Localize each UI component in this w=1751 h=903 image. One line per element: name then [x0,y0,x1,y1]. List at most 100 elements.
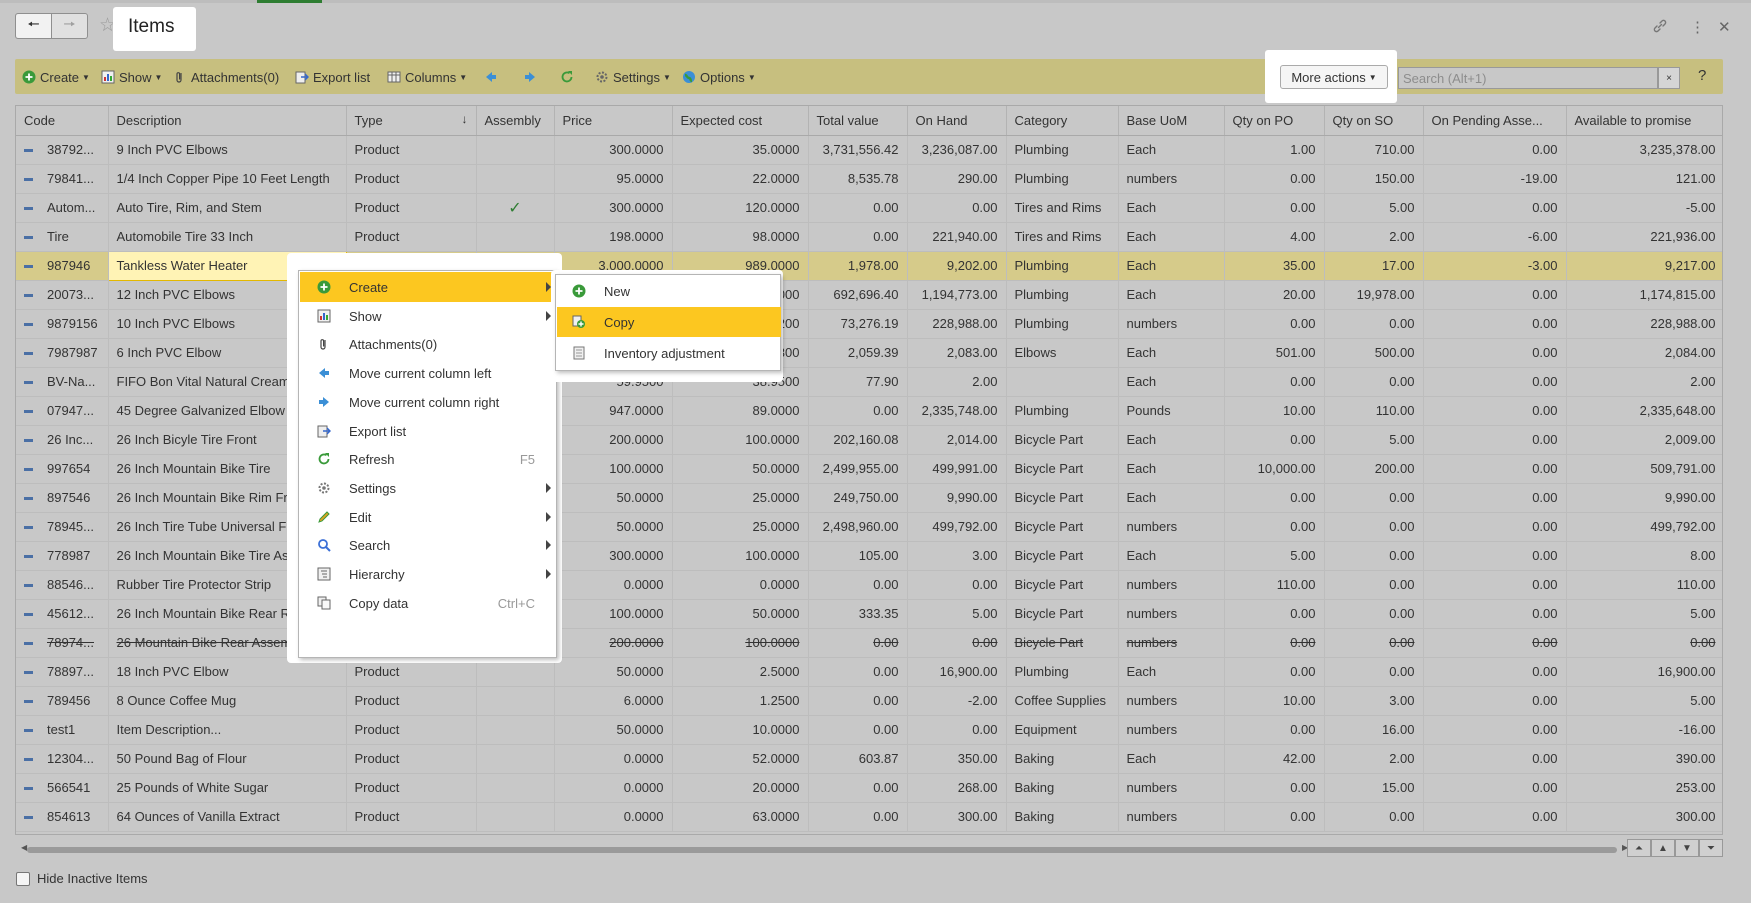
horizontal-scrollbar[interactable]: ◀ ▶ [15,843,1723,856]
table-cell[interactable]: 20.00 [1224,280,1325,310]
attachments-button[interactable]: Attachments(0) [173,68,279,86]
table-cell[interactable]: Bicycle Part [1006,454,1119,484]
table-cell[interactable]: Plumbing [1006,135,1119,165]
table-cell[interactable]: 0.00 [1324,512,1424,542]
table-cell[interactable]: 8,535.78 [808,164,908,194]
table-row[interactable]: BV-Na...FIFO Bon Vital Natural Cream59.9… [16,367,1722,397]
table-cell[interactable]: 300.00 [907,802,1007,832]
menu-item-export-list[interactable]: Export list [300,416,557,446]
code-cell[interactable]: 79841... [16,164,109,194]
column-header[interactable]: Qty on PO [1224,106,1325,136]
table-cell[interactable]: 0.00 [1224,657,1325,687]
code-cell[interactable]: Autom... [16,193,109,223]
back-button[interactable]: 🠔 [16,14,52,38]
table-cell[interactable]: 19,978.00 [1324,280,1424,310]
table-cell[interactable]: numbers [1118,628,1225,658]
table-cell[interactable]: Equipment [1006,715,1119,745]
table-row[interactable]: 897546 26 Inch Mountain Bike Rim Fro... 50… [16,483,1722,513]
table-cell[interactable]: 0.00 [1224,599,1325,629]
table-cell[interactable]: 300.00 [1566,802,1722,832]
code-cell[interactable]: 38792... [16,135,109,165]
table-cell[interactable]: 16,900.00 [907,657,1007,687]
table-cell[interactable]: Baking [1006,802,1119,832]
table-cell[interactable]: Each [1118,541,1225,571]
table-cell[interactable]: 10.0000 [672,715,809,745]
table-cell[interactable]: 0.00 [1423,686,1567,716]
settings-button[interactable]: Settings ▼ [595,68,671,86]
code-cell[interactable]: Tire [16,222,109,252]
table-cell[interactable]: 0.00 [1423,454,1567,484]
assembly-cell[interactable] [476,744,555,774]
table-cell[interactable]: 110.00 [1224,570,1325,600]
table-cell[interactable]: 0.0000 [554,570,673,600]
table-cell[interactable]: 3.00 [1324,686,1424,716]
menu-item-move-current-column-left[interactable]: Move current column left [300,358,557,388]
table-cell[interactable]: 200.0000 [554,425,673,455]
table-cell[interactable]: Tires and Rims [1006,193,1119,223]
table-cell[interactable]: Each [1118,338,1225,368]
table-cell[interactable]: Each [1118,454,1225,484]
move-column-right-button[interactable] [523,68,541,86]
table-cell[interactable]: Plumbing [1006,164,1119,194]
table-cell[interactable]: 200.0000 [554,628,673,658]
table-cell[interactable]: Product [346,773,477,803]
table-cell[interactable]: Product [346,715,477,745]
table-cell[interactable]: 0.00 [808,193,908,223]
code-cell[interactable]: 45612... [16,599,109,629]
column-header[interactable]: On Hand [907,106,1007,136]
table-cell[interactable]: 0.00 [1423,512,1567,542]
help-button[interactable]: ? [1698,67,1706,84]
table-row[interactable]: Autom... Auto Tire, Rim, and Stem Product ✓… [16,193,1722,223]
table-cell[interactable]: 0.00 [1224,512,1325,542]
menu-item-refresh[interactable]: Refresh F5 [300,444,557,474]
table-cell[interactable]: 8.00 [1566,541,1722,571]
table-cell[interactable]: 98.0000 [672,222,809,252]
table-cell[interactable]: 499,792.00 [907,512,1007,542]
table-cell[interactable]: 1/4 Inch Copper Pipe 10 Feet Length [108,164,347,194]
table-cell[interactable]: 100.0000 [672,425,809,455]
submenu-item-inventory-adjustment[interactable]: Inventory adjustment [557,338,781,368]
table-cell[interactable]: 0.00 [907,570,1007,600]
code-cell[interactable]: 26 Inc... [16,425,109,455]
table-cell[interactable]: 64 Ounces of Vanilla Extract [108,802,347,832]
table-cell[interactable]: 52.0000 [672,744,809,774]
table-cell[interactable]: 300.0000 [554,193,673,223]
table-cell[interactable]: 73,276.19 [808,309,908,339]
last-page-icon[interactable]: ⏷ [1699,839,1723,857]
table-cell[interactable]: 9,217.00 [1566,251,1722,281]
table-cell[interactable]: 5.00 [1324,425,1424,455]
code-cell[interactable]: 78945... [16,512,109,542]
table-row[interactable]: 78897... 18 Inch PVC Elbow Product 50.0000 2… [16,657,1722,687]
column-header[interactable]: Assembly [476,106,555,136]
table-cell[interactable]: 2,014.00 [907,425,1007,455]
table-cell[interactable]: 77.90 [808,367,908,397]
table-row[interactable]: 566541 25 Pounds of White Sugar Product 0.0… [16,773,1722,803]
table-cell[interactable]: 0.00 [808,570,908,600]
table-cell[interactable]: 0.0000 [672,570,809,600]
table-cell[interactable]: 50.0000 [554,715,673,745]
table-cell[interactable]: 2.5000 [672,657,809,687]
table-cell[interactable]: 0.00 [1423,396,1567,426]
table-cell[interactable]: 200.00 [1324,454,1424,484]
table-cell[interactable]: -19.00 [1423,164,1567,194]
table-cell[interactable]: 42.00 [1224,744,1325,774]
table-cell[interactable]: 10.00 [1224,396,1325,426]
table-cell[interactable]: 0.00 [1423,193,1567,223]
table-cell[interactable]: 0.00 [808,222,908,252]
table-cell[interactable]: 0.00 [1224,309,1325,339]
table-row[interactable]: 778987 26 Inch Mountain Bike Tire Ass... 3… [16,541,1722,571]
table-cell[interactable]: Baking [1006,773,1119,803]
table-cell[interactable]: 50.0000 [554,512,673,542]
table-cell[interactable]: Auto Tire, Rim, and Stem [108,193,347,223]
table-cell[interactable]: 350.00 [907,744,1007,774]
assembly-cell[interactable] [476,686,555,716]
table-cell[interactable]: 500.00 [1324,338,1424,368]
table-cell[interactable]: 5.00 [1566,599,1722,629]
menu-item-edit[interactable]: Edit [300,502,557,532]
table-row[interactable]: 9879156 10 Inch PVC Elbows ...200 73,276.19… [16,309,1722,339]
code-cell[interactable]: BV-Na... [16,367,109,397]
forward-button[interactable]: 🠖 [52,14,87,38]
table-cell[interactable]: 0.00 [1324,802,1424,832]
table-cell[interactable]: 10.00 [1224,686,1325,716]
table-cell[interactable]: Item Description... [108,715,347,745]
